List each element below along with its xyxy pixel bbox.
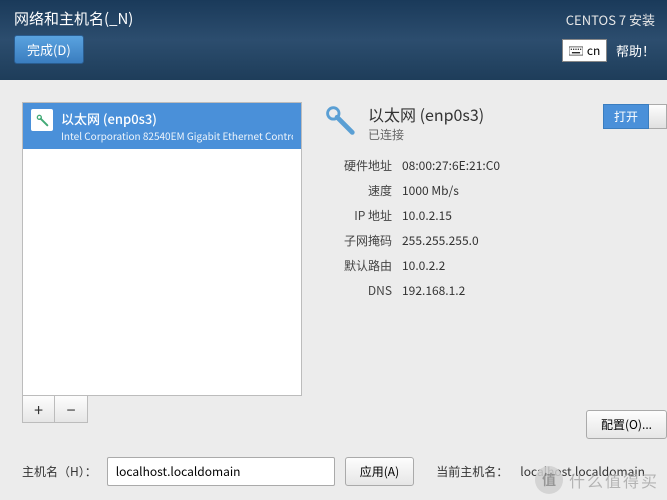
watermark-text: 什么值得买: [569, 468, 659, 492]
watermark-badge: 值: [535, 466, 563, 494]
connection-status: 已连接: [368, 126, 484, 143]
speed-label: 速度: [320, 182, 392, 199]
current-hostname-label: 当前主机名：: [436, 463, 508, 480]
dns-label: DNS: [320, 282, 392, 299]
keyboard-layout-indicator[interactable]: cn: [562, 39, 607, 62]
hostname-input[interactable]: [107, 457, 335, 486]
watermark: 值 什么值得买: [535, 466, 659, 494]
hwaddr-label: 硬件地址: [320, 157, 392, 174]
content-area: 以太网 (enp0s3) Intel Corporation 82540EM G…: [0, 80, 667, 450]
configure-button[interactable]: 配置(O)...: [586, 410, 667, 439]
connection-title: 以太网 (enp0s3): [368, 102, 484, 126]
interface-device: Intel Corporation 82540EM Gigabit Ethern…: [61, 128, 293, 143]
ethernet-large-icon: [320, 102, 358, 140]
keyboard-layout-text: cn: [587, 42, 600, 59]
header-bar: 网络和主机名(_N) 完成(D) CENTOS 7 安装 cn 帮助！: [0, 0, 667, 80]
help-button[interactable]: 帮助！: [616, 41, 655, 60]
speed-value: 1000 Mb/s: [402, 182, 667, 199]
page-title: 网络和主机名(_N): [14, 8, 653, 29]
installer-title: CENTOS 7 安装: [562, 10, 655, 29]
connection-header: 以太网 (enp0s3) 已连接 打开: [320, 102, 667, 143]
interface-name: 以太网 (enp0s3): [61, 109, 293, 128]
connection-properties: 硬件地址 08:00:27:6E:21:C0 速度 1000 Mb/s IP 地…: [320, 157, 667, 299]
hostname-label: 主机名（H）：: [22, 463, 97, 480]
toggle-knob: [649, 104, 667, 129]
keyboard-icon: [569, 46, 583, 56]
interface-item[interactable]: 以太网 (enp0s3) Intel Corporation 82540EM G…: [23, 103, 301, 149]
mask-label: 子网掩码: [320, 232, 392, 249]
ip-value: 10.0.2.15: [402, 207, 667, 224]
connection-toggle[interactable]: 打开: [603, 104, 667, 129]
apply-hostname-button[interactable]: 应用(A): [345, 457, 414, 486]
gateway-label: 默认路由: [320, 257, 392, 274]
done-button[interactable]: 完成(D): [14, 35, 84, 64]
header-right: CENTOS 7 安装 cn 帮助！: [562, 10, 655, 62]
mask-value: 255.255.255.0: [402, 232, 667, 249]
remove-interface-button[interactable]: −: [55, 396, 87, 422]
add-interface-button[interactable]: +: [23, 396, 55, 422]
add-remove-toolbar: + −: [22, 396, 88, 423]
ip-label: IP 地址: [320, 207, 392, 224]
detail-panel: 以太网 (enp0s3) 已连接 打开 硬件地址 08:00:27:6E:21:…: [320, 102, 667, 299]
interface-list[interactable]: 以太网 (enp0s3) Intel Corporation 82540EM G…: [22, 102, 302, 396]
toggle-on-label: 打开: [603, 104, 649, 129]
dns-value: 192.168.1.2: [402, 282, 667, 299]
gateway-value: 10.0.2.2: [402, 257, 667, 274]
ethernet-icon: [31, 109, 53, 131]
hwaddr-value: 08:00:27:6E:21:C0: [402, 157, 667, 174]
interface-panel: 以太网 (enp0s3) Intel Corporation 82540EM G…: [22, 102, 302, 423]
